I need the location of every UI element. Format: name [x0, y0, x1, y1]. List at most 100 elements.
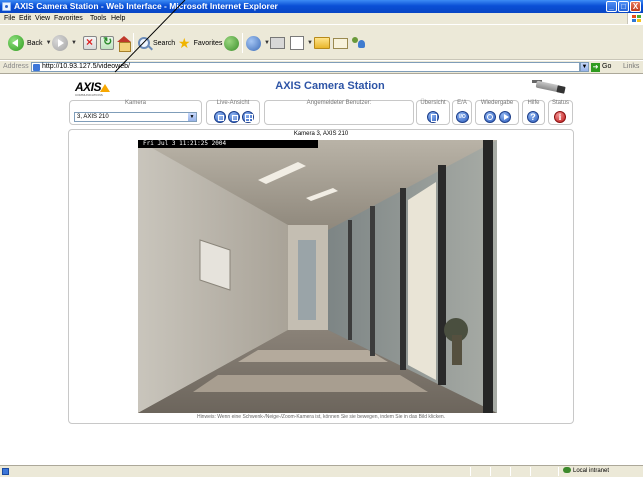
maximize-button[interactable]: □ — [618, 1, 629, 12]
close-button[interactable]: X — [630, 1, 641, 12]
history-button[interactable]: ▼ — [246, 32, 270, 54]
folder-button[interactable] — [314, 32, 330, 54]
corridor-image — [138, 140, 497, 413]
page-title: AXIS Camera Station — [275, 80, 385, 92]
status-separator — [490, 467, 491, 476]
status-panel: Status i — [548, 100, 573, 125]
help-panel: Hilfe ? — [522, 100, 545, 125]
research-icon — [333, 37, 348, 49]
window-title: AXIS Camera Station - Web Interface - Mi… — [14, 1, 278, 11]
quad-view-button[interactable] — [242, 111, 254, 123]
favorites-button[interactable]: ★ Favorites — [178, 32, 222, 54]
edit-icon — [290, 36, 304, 50]
address-dropdown-button[interactable]: ▼ — [580, 62, 589, 72]
star-icon: ★ — [178, 35, 191, 51]
messenger-icon — [351, 36, 366, 50]
live-view-label: Live-Ansicht — [216, 100, 250, 106]
print-icon — [270, 37, 285, 49]
minimize-button[interactable]: _ — [606, 1, 617, 12]
address-label: Address — [3, 63, 29, 70]
axis-tagline: COMMUNICATIONS — [75, 93, 103, 97]
forward-button[interactable]: ▼ — [52, 32, 77, 54]
status-separator — [558, 467, 559, 476]
dual-view-button[interactable] — [228, 111, 240, 123]
media-button[interactable] — [224, 32, 239, 54]
status-separator — [530, 467, 531, 476]
address-bar: Address http://10.93.127.5/videoweb/ ▼ ➜… — [0, 61, 643, 73]
home-icon — [117, 36, 131, 52]
folder-icon — [314, 37, 330, 49]
back-button[interactable]: Back ▼ — [8, 32, 52, 54]
menu-file[interactable]: File — [4, 13, 15, 24]
print-button[interactable] — [270, 32, 285, 54]
playback-play-button[interactable] — [499, 111, 511, 123]
menu-tools[interactable]: Tools — [90, 13, 106, 24]
status-separator — [470, 467, 471, 476]
toolbar-separator — [133, 33, 134, 53]
camera-select-value: 3, AXIS 210 — [77, 114, 109, 120]
overview-label: Übersicht — [420, 100, 446, 106]
chevron-down-icon[interactable]: ▼ — [71, 40, 77, 46]
camera-logo-icon — [532, 80, 570, 94]
browser-toolbar: Back ▼ ▼ Search ★ Favorites ▼ ▼ — [0, 24, 643, 60]
ie-icon — [2, 2, 11, 11]
back-arrow-icon — [8, 35, 24, 51]
media-icon — [224, 35, 239, 51]
io-button[interactable]: I/O — [456, 111, 469, 123]
search-label: Search — [153, 39, 176, 47]
menu-help[interactable]: Help — [111, 13, 125, 24]
status-separator — [510, 467, 511, 476]
overview-button[interactable] — [427, 111, 439, 123]
back-label: Back — [27, 39, 43, 47]
window-titlebar[interactable]: AXIS Camera Station - Web Interface - Mi… — [0, 0, 643, 13]
refresh-button[interactable] — [100, 32, 114, 54]
go-arrow-icon: ➜ — [591, 63, 600, 72]
security-zone[interactable]: Local intranet — [563, 466, 609, 477]
video-timestamp: Fri Jul 3 11:21:25 2004 — [143, 140, 227, 147]
page-icon — [33, 64, 40, 71]
menu-favorites[interactable]: Favorites — [54, 13, 83, 24]
address-input[interactable]: http://10.93.127.5/videoweb/ — [31, 62, 580, 72]
research-button[interactable] — [333, 32, 348, 54]
search-icon — [138, 37, 150, 49]
home-button[interactable] — [117, 32, 131, 54]
go-label: Go — [602, 63, 612, 70]
help-label: Hilfe — [527, 100, 540, 106]
favorites-label: Favorites — [193, 39, 223, 47]
chevron-down-icon[interactable]: ▼ — [46, 40, 52, 46]
intranet-icon — [563, 467, 571, 473]
stop-button[interactable] — [83, 32, 97, 54]
search-button[interactable]: Search — [138, 32, 175, 54]
camera-select[interactable]: 3, AXIS 210 ▼ — [74, 112, 197, 122]
messenger-button[interactable] — [351, 32, 366, 54]
web-page: AXIS COMMUNICATIONS AXIS Camera Station … — [0, 73, 643, 465]
playback-label: Wiedergabe — [480, 100, 514, 106]
help-button[interactable]: ? — [527, 111, 539, 123]
user-panel: Angemeldeter Benutzer: — [264, 100, 414, 125]
toolbar-separator — [242, 33, 243, 53]
menu-view[interactable]: View — [35, 13, 50, 24]
status-button[interactable]: i — [554, 111, 566, 123]
timestamp-bar: Fri Jul 3 11:21:25 2004 — [138, 140, 318, 148]
overview-panel: Übersicht — [416, 100, 450, 125]
single-view-button[interactable] — [214, 111, 226, 123]
video-caption: Kamera 3, AXIS 210 — [293, 131, 349, 137]
menu-edit[interactable]: Edit — [19, 13, 31, 24]
forward-arrow-icon — [52, 35, 68, 51]
go-button[interactable]: ➜ Go — [591, 61, 611, 73]
camera-video-feed[interactable]: Fri Jul 3 11:21:25 2004 — [138, 140, 497, 413]
links-button[interactable]: Links — [623, 61, 639, 73]
ptz-hint: Hinweis: Wenn eine Schwenk-/Neige-/Zoom-… — [196, 414, 446, 420]
playback-panel: Wiedergabe — [475, 100, 519, 125]
axis-brand: AXIS — [75, 80, 102, 94]
chevron-down-icon[interactable]: ▼ — [307, 40, 313, 46]
status-label: Status — [551, 100, 569, 106]
chevron-down-icon[interactable]: ▼ — [188, 113, 196, 121]
page-done-icon — [2, 468, 9, 475]
playback-search-button[interactable] — [484, 111, 496, 123]
io-label: E/A — [457, 100, 467, 106]
user-panel-label: Angemeldeter Benutzer: — [306, 100, 372, 106]
windows-logo-icon — [627, 13, 643, 24]
edit-button[interactable]: ▼ — [290, 32, 313, 54]
camera-panel-label: Kamera — [124, 100, 146, 106]
